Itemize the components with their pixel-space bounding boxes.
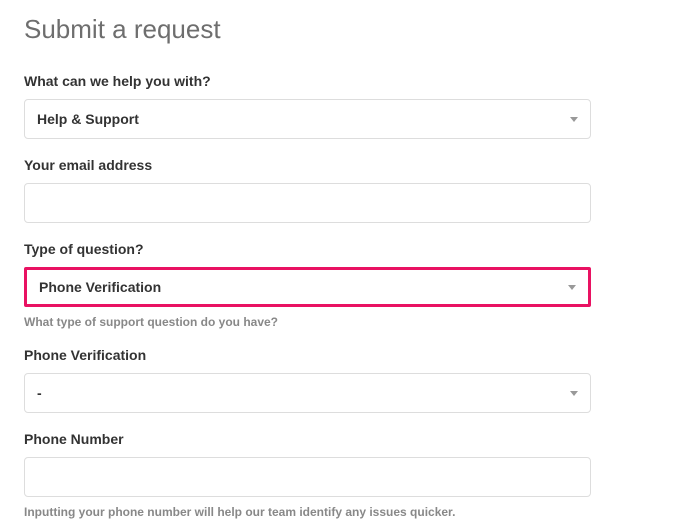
email-input[interactable] [24,183,591,223]
question-type-value: Phone Verification [39,279,161,295]
form-group-phone-number: Phone Number Inputting your phone number… [24,431,666,519]
help-with-select[interactable]: Help & Support [24,99,591,139]
question-type-label: Type of question? [24,241,666,257]
page-title: Submit a request [24,14,666,45]
question-type-select[interactable]: Phone Verification [24,267,591,307]
form-group-question-type: Type of question? Phone Verification Wha… [24,241,666,329]
form-group-email: Your email address [24,157,666,223]
phone-number-label: Phone Number [24,431,666,447]
chevron-down-icon [570,391,578,396]
email-label: Your email address [24,157,666,173]
phone-verification-value: - [37,385,42,401]
phone-verification-label: Phone Verification [24,347,666,363]
question-type-help: What type of support question do you hav… [24,315,666,329]
help-with-label: What can we help you with? [24,73,666,89]
form-group-phone-verification: Phone Verification - [24,347,666,413]
phone-number-input[interactable] [24,457,591,497]
form-group-help-with: What can we help you with? Help & Suppor… [24,73,666,139]
phone-verification-select[interactable]: - [24,373,591,413]
chevron-down-icon [568,285,576,290]
phone-number-help: Inputting your phone number will help ou… [24,505,666,519]
help-with-value: Help & Support [37,111,139,127]
chevron-down-icon [570,117,578,122]
